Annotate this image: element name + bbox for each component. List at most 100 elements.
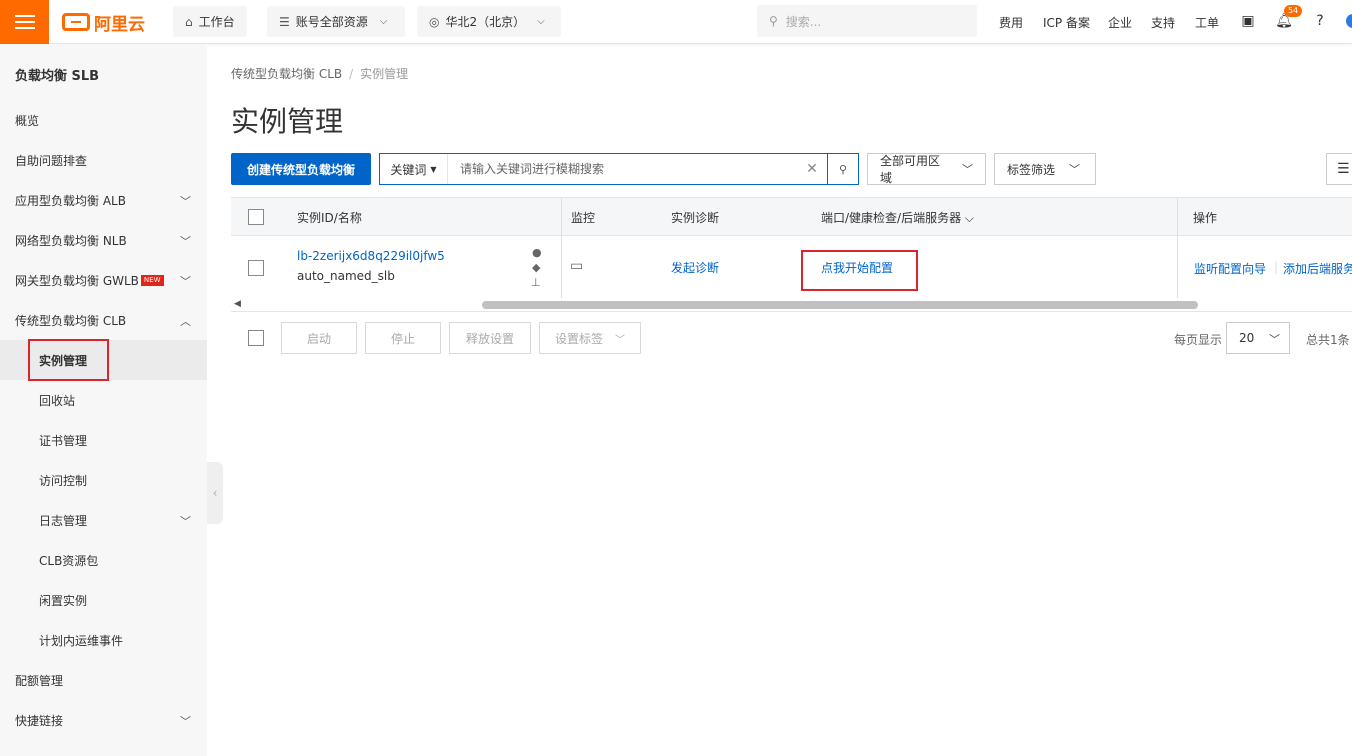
sidebar-item-label: CLB资源包 [39,553,99,568]
aliyun-logo[interactable]: 阿里云 [62,11,145,35]
network-icon[interactable]: ⊥ [531,276,541,289]
global-search-placeholder: 搜索... [785,14,822,29]
scroll-left-arrow-icon[interactable]: ◀ [234,299,241,309]
top-bar: 阿里云 ⌂ 工作台 ☰ 账号全部资源 ⌵ ◎ 华北2（北京） ⌵ ⚲ 搜索...… [0,0,1352,44]
sidebar-item-label: 日志管理 [39,513,88,528]
column-settings-button[interactable]: ☰ [1326,153,1352,185]
per-page-label: 每页显示 [1174,333,1223,347]
sidebar-item-quota[interactable]: 配额管理 [0,660,207,700]
sidebar-item-recycle-bin[interactable]: 回收站 [0,380,207,420]
column-header-config[interactable]: 端口/健康检查/后端服务器 ⌵ [821,209,974,226]
listener-wizard-link[interactable]: 监听配置向导 [1194,260,1266,277]
footer-select-all-checkbox[interactable] [248,330,264,346]
sidebar-item-nlb[interactable]: 网络型负载均衡 NLB ﹀ [0,220,207,260]
column-divider [1177,236,1178,298]
stop-button[interactable]: 停止 [365,322,441,354]
sidebar-item-clb[interactable]: 传统型负载均衡 CLB ︿ [0,300,207,340]
sidebar-item-troubleshoot[interactable]: 自助问题排查 [0,140,207,180]
region-label: 华北2（北京） [445,15,526,29]
account-resources-label: 账号全部资源 [295,15,368,29]
instance-id-link[interactable]: lb-2zerijx6d8q229il0jfw5 [297,249,445,263]
total-count: 总共1条 [1306,333,1350,347]
search-icon: ⚲ [838,162,848,176]
global-search-input[interactable]: ⚲ 搜索... [757,5,977,37]
workbench-button[interactable]: ⌂ 工作台 [173,6,247,37]
terminal-icon[interactable]: ▣ [1239,12,1257,30]
tag-filter-label: 标签筛选 [1007,162,1056,177]
chevron-left-icon: ‹ [212,486,218,500]
breadcrumb-clb[interactable]: 传统型负载均衡 CLB [231,67,342,81]
chevron-down-icon: ﹀ [962,163,973,176]
keyword-type-label: 关键词 [390,162,427,177]
chevron-up-icon: ︿ [180,315,191,328]
zone-filter-dropdown[interactable]: 全部可用区域 ﹀ [867,153,986,185]
sidebar-item-logs[interactable]: 日志管理 ﹀ [0,500,207,540]
monitor-chart-icon[interactable]: ▭ [570,258,583,274]
list-icon: ☰ [1337,161,1350,177]
select-all-checkbox[interactable] [248,209,264,225]
column-header-monitor: 监控 [571,211,596,225]
chevron-down-icon: ﹀ [1069,163,1081,176]
menu-icon[interactable] [0,0,49,44]
start-label: 启动 [306,331,331,346]
sidebar-item-label: 配额管理 [15,673,64,688]
sidebar-item-alb[interactable]: 应用型负载均衡 ALB ﹀ [0,180,207,220]
diagnose-link[interactable]: 发起诊断 [671,259,719,276]
chevron-down-icon: ﹀ [180,235,191,248]
account-resources-dropdown[interactable]: ☰ 账号全部资源 ⌵ [267,6,405,37]
column-header-diagnose: 实例诊断 [671,211,720,225]
help-icon[interactable]: ? [1311,12,1329,30]
sidebar-item-access-control[interactable]: 访问控制 [0,460,207,500]
create-clb-button[interactable]: 创建传统型负载均衡 [231,153,371,185]
logo-icon [62,13,90,31]
sidebar-item-label: 访问控制 [39,473,88,488]
sidebar-item-label: 传统型负载均衡 CLB [15,313,127,328]
breadcrumb-separator: / [349,67,354,81]
breadcrumb-current: 实例管理 [360,67,409,81]
release-settings-button[interactable]: 释放设置 [449,322,531,354]
set-tags-dropdown[interactable]: 设置标签 ﹀ [539,322,641,354]
release-label: 释放设置 [465,331,514,346]
sidebar-item-clb-package[interactable]: CLB资源包 [0,540,207,580]
column-divider [561,198,562,237]
start-button[interactable]: 启动 [281,322,357,354]
add-backend-link[interactable]: 添加后端服务器 [1283,260,1352,277]
clear-icon[interactable]: ✕ [797,154,827,184]
sidebar-item-quick-links[interactable]: 快捷链接 ﹀ [0,700,207,740]
column-divider [1177,198,1178,237]
tag-filter-dropdown[interactable]: 标签筛选 ﹀ [994,153,1096,185]
enterprise-link[interactable]: 企业 [1108,14,1132,31]
per-page-select[interactable]: 20 ﹀ [1226,322,1290,354]
caret-down-icon: ▼ [430,164,437,174]
sidebar-item-label: 快捷链接 [15,713,64,728]
sidebar-item-gwlb[interactable]: 网关型负载均衡 GWLB NEW ﹀ [0,260,207,300]
sidebar-item-label: 网络型负载均衡 NLB [15,233,127,248]
search-button[interactable]: ⚲ [827,154,858,184]
sidebar-item-certificates[interactable]: 证书管理 [0,420,207,460]
keyword-type-dropdown[interactable]: 关键词 ▼ [380,154,448,184]
chevron-down-icon: ⌵ [537,16,545,27]
support-link[interactable]: 支持 [1151,14,1175,31]
avatar[interactable] [1346,14,1352,28]
sidebar-item-label: 网关型负载均衡 GWLB [15,273,139,288]
sidebar-item-overview[interactable]: 概览 [0,100,207,140]
sidebar-item-idle-instances[interactable]: 闲置实例 [0,580,207,620]
instance-search-input[interactable] [448,154,797,184]
ticket-link[interactable]: 工单 [1195,14,1219,31]
sidebar-item-maintenance-events[interactable]: 计划内运维事件 [0,620,207,660]
chevron-down-icon: ⌵ [379,16,388,27]
icp-link[interactable]: ICP 备案 [1043,14,1090,31]
sidebar-item-label: 证书管理 [39,433,88,448]
page-title: 实例管理 [231,105,344,138]
breadcrumb: 传统型负载均衡 CLB / 实例管理 [231,65,408,82]
chevron-down-icon: ﹀ [180,715,191,728]
fees-link[interactable]: 费用 [999,14,1023,31]
shield-icon[interactable]: ◆ [532,261,540,274]
region-dropdown[interactable]: ◎ 华北2（北京） ⌵ [417,6,561,37]
row-checkbox[interactable] [248,260,264,276]
sidebar-collapse-handle[interactable]: ‹ [207,462,223,524]
scrollbar-thumb[interactable] [482,301,1198,309]
sidebar-item-label: 应用型负载均衡 ALB [15,193,126,208]
column-header-actions: 操作 [1193,211,1218,225]
location-icon[interactable]: ● [532,246,542,259]
